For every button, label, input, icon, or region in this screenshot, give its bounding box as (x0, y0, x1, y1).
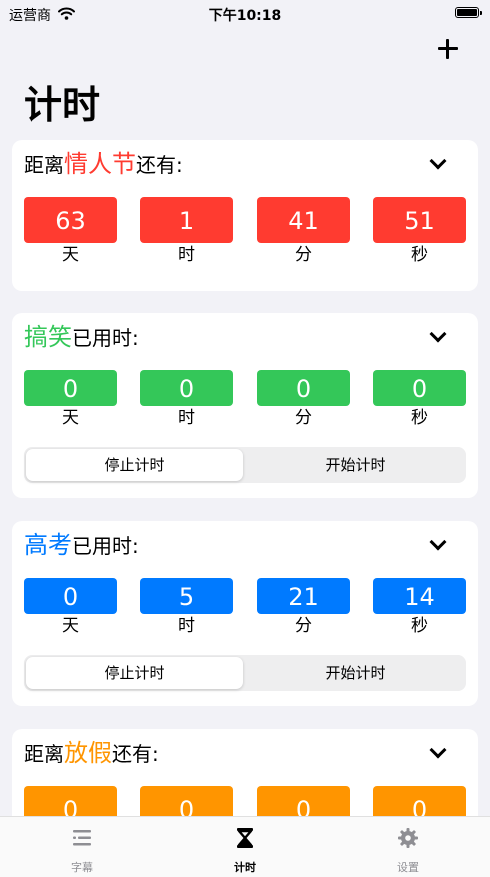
seconds-unit: 0秒 (373, 786, 466, 816)
minutes-unit: 41 分 (257, 197, 350, 267)
timer-list[interactable]: 距离 情人节 还有: 63 天 1时 41 分 51 秒 搞笑 已用时: 0天 0时 … (0, 140, 490, 816)
minutes-label: 分 (295, 616, 312, 636)
add-timer-button[interactable] (436, 37, 460, 61)
hours-label: 时 (178, 616, 195, 636)
minutes-value: 0 (257, 786, 350, 816)
event-name: 搞笑 (24, 323, 72, 351)
seconds-value: 0 (373, 786, 466, 816)
chevron-down-icon[interactable] (429, 152, 447, 170)
start-timer-button[interactable]: 开始计时 (247, 657, 464, 689)
chevron-down-icon[interactable] (429, 741, 447, 759)
days-label: 天 (62, 245, 79, 265)
tab-timer[interactable]: 计时 (185, 817, 305, 877)
event-name: 放假 (64, 739, 112, 767)
countdown-values: 63 天 1时 41 分 51 秒 (24, 197, 466, 267)
seconds-value: 51 (373, 197, 466, 243)
card-title: 距离 放假 还有: (24, 733, 159, 769)
seconds-label: 秒 (411, 616, 428, 636)
hourglass-icon (234, 827, 256, 853)
status-time: 下午10:18 (208, 8, 282, 24)
minutes-unit: 21 分 (257, 578, 350, 648)
tab-label: 字幕 (71, 861, 93, 874)
hours-value: 0 (140, 786, 233, 816)
minutes-value: 0 (257, 370, 350, 406)
card-title: 搞笑 已用时: (24, 317, 139, 353)
page-title: 计时 (24, 83, 101, 127)
days-unit: 0天 (24, 786, 117, 816)
days-value: 0 (24, 578, 117, 614)
elapsed-values: 0天 5时 21 分 14 秒 (24, 578, 466, 648)
status-bar: 运营商 下午10:18 (0, 0, 490, 26)
chevron-down-icon[interactable] (429, 325, 447, 343)
seconds-label: 秒 (411, 408, 428, 428)
hours-unit: 0时 (140, 786, 233, 816)
seconds-value: 14 (373, 578, 466, 614)
days-label: 天 (62, 616, 79, 636)
minutes-label: 分 (295, 408, 312, 428)
card-title-suffix: 还有: (136, 153, 183, 177)
countdown-values: 0天 0时 0分 0秒 (24, 786, 466, 816)
battery-icon (455, 7, 482, 18)
days-unit: 0天 (24, 578, 117, 648)
card-title-suffix: 还有: (112, 742, 159, 766)
event-name: 情人节 (64, 150, 136, 178)
list-icon (71, 827, 93, 853)
days-value: 63 (24, 197, 117, 243)
days-unit: 0天 (24, 370, 117, 440)
days-unit: 63 天 (24, 197, 117, 267)
stop-timer-button[interactable]: 停止计时 (26, 657, 243, 689)
hours-label: 时 (178, 408, 195, 428)
tab-subtitles[interactable]: 字幕 (22, 817, 142, 877)
days-label: 天 (62, 408, 79, 428)
days-value: 0 (24, 370, 117, 406)
minutes-label: 分 (295, 245, 312, 265)
card-title-prefix: 距离 (24, 153, 64, 177)
minutes-unit: 0分 (257, 786, 350, 816)
timer-card-valentines: 距离 情人节 还有: 63 天 1时 41 分 51 秒 (12, 140, 478, 291)
chevron-down-icon[interactable] (429, 533, 447, 551)
card-title-prefix: 距离 (24, 742, 64, 766)
days-value: 0 (24, 786, 117, 816)
stop-timer-button[interactable]: 停止计时 (26, 449, 243, 481)
seconds-label: 秒 (411, 245, 428, 265)
gear-icon (397, 827, 419, 853)
timer-card-holiday: 距离 放假 还有: 0天 0时 0分 0秒 (12, 729, 478, 816)
tab-bar: 字幕 计时 设置 (0, 816, 490, 877)
elapsed-values: 0天 0时 0分 0秒 (24, 370, 466, 440)
tab-label: 计时 (234, 861, 256, 874)
hours-label: 时 (178, 245, 195, 265)
timer-control-segmented: 停止计时 开始计时 (24, 447, 466, 483)
card-title: 距离 情人节 还有: (24, 144, 183, 180)
card-title: 高考 已用时: (24, 525, 139, 561)
seconds-value: 0 (373, 370, 466, 406)
hours-unit: 5时 (140, 578, 233, 648)
timer-card-gaokao: 高考 已用时: 0天 5时 21 分 14 秒 停止计时 开始计时 (12, 521, 478, 706)
hours-value: 0 (140, 370, 233, 406)
seconds-unit: 0秒 (373, 370, 466, 440)
hours-value: 5 (140, 578, 233, 614)
timer-control-segmented: 停止计时 开始计时 (24, 655, 466, 691)
start-timer-button[interactable]: 开始计时 (247, 449, 464, 481)
minutes-value: 41 (257, 197, 350, 243)
tab-label: 设置 (397, 861, 419, 874)
timer-card-joke: 搞笑 已用时: 0天 0时 0分 0秒 停止计时 开始计时 (12, 313, 478, 498)
hours-unit: 0时 (140, 370, 233, 440)
seconds-unit: 14 秒 (373, 578, 466, 648)
event-name: 高考 (24, 531, 72, 559)
card-title-suffix: 已用时: (72, 534, 139, 558)
minutes-unit: 0分 (257, 370, 350, 440)
tab-settings[interactable]: 设置 (348, 817, 468, 877)
hours-unit: 1时 (140, 197, 233, 267)
hours-value: 1 (140, 197, 233, 243)
card-title-suffix: 已用时: (72, 326, 139, 350)
minutes-value: 21 (257, 578, 350, 614)
seconds-unit: 51 秒 (373, 197, 466, 267)
